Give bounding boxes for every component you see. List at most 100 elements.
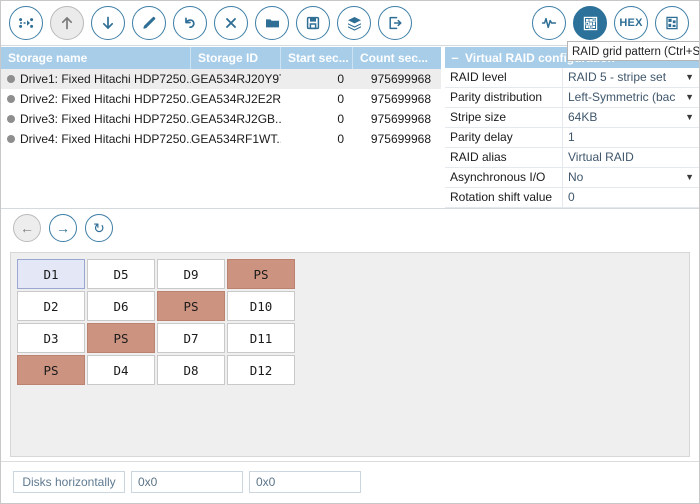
grid-cell-data[interactable]: D4 [87, 355, 155, 385]
grid-cell-data[interactable]: D10 [227, 291, 295, 321]
raid-field-value-text: No [568, 170, 584, 184]
toolbar-left-group [9, 6, 412, 40]
disk-layout-mode-field[interactable]: Disks horizontally [13, 471, 125, 493]
cell-start-sector: 0 [337, 112, 344, 126]
grid-refresh-button[interactable]: ↻ [85, 214, 113, 242]
block-map-icon[interactable] [655, 6, 689, 40]
chevron-down-icon[interactable]: ▼ [685, 88, 694, 107]
raid-field-value[interactable]: RAID 5 - stripe set ▼ [563, 68, 699, 87]
hex-label: HEX [619, 17, 643, 29]
collapse-icon[interactable]: – [445, 47, 465, 69]
raid-block-grid: D1 D5 D9 PS D2 D6 PS D10 D3 PS D7 D11 PS D4 D8 D12 [17, 259, 295, 385]
grid-prev-button-glyph: ← [20, 220, 34, 236]
cell-count-sectors: 975699968 [370, 72, 431, 86]
cell-storage-name: Drive4: Fixed Hitachi HDP7250... [1, 129, 191, 149]
raid-field-value[interactable]: 0 [563, 188, 699, 207]
move-up-icon[interactable] [50, 6, 84, 40]
grid-cell-parity[interactable]: PS [227, 259, 295, 289]
raid-config-row: RAID level RAID 5 - stripe set ▼ [445, 68, 699, 88]
edit-icon[interactable] [132, 6, 166, 40]
raid-field-label: Parity delay [445, 128, 563, 147]
raid-field-value-text: Left-Symmetric (bac [568, 90, 676, 104]
column-header-count-sectors[interactable]: Count sec... [353, 47, 439, 69]
raid-field-value[interactable]: Left-Symmetric (bac ▼ [563, 88, 699, 107]
chevron-down-icon[interactable]: ▼ [685, 108, 694, 127]
table-row[interactable]: Drive3: Fixed Hitachi HDP7250... GEA534RJ… [1, 109, 441, 129]
grid-cell-data[interactable]: D9 [157, 259, 225, 289]
grid-canvas[interactable]: D1 D5 D9 PS D2 D6 PS D10 D3 PS D7 D11 PS D4 D8 D12 [10, 252, 690, 457]
grid-cell-data[interactable]: D12 [227, 355, 295, 385]
column-header-storage-name[interactable]: Storage name [1, 47, 191, 69]
raid-field-value-text: 1 [568, 130, 575, 144]
layers-icon[interactable] [337, 6, 371, 40]
grid-cell-data[interactable]: D8 [157, 355, 225, 385]
offset-field-a[interactable]: 0x0 [131, 471, 243, 493]
remove-icon[interactable] [214, 6, 248, 40]
toolbar-right-group: HEX [532, 6, 689, 40]
grid-cell-data[interactable]: D6 [87, 291, 155, 321]
grid-cell-parity[interactable]: PS [17, 355, 85, 385]
cell-storage-name: Drive3: Fixed Hitachi HDP7250... [1, 109, 191, 129]
save-icon[interactable] [296, 6, 330, 40]
column-header-start-sector[interactable]: Start sec... [281, 47, 353, 69]
grid-cell-data[interactable]: D2 [17, 291, 85, 321]
raid-config-row: Parity distribution Left-Symmetric (bac ▼ [445, 88, 699, 108]
grid-cell-parity[interactable]: PS [87, 323, 155, 353]
storage-table-pane: Storage name Storage ID Start sec... Cou… [1, 46, 441, 208]
raid-field-value[interactable]: No ▼ [563, 168, 699, 187]
grid-next-button[interactable]: → [49, 214, 77, 242]
storage-table-header: Storage name Storage ID Start sec... Cou… [1, 46, 441, 69]
map-drive-icon[interactable] [9, 6, 43, 40]
grid-cell-data[interactable]: D7 [157, 323, 225, 353]
virtual-raid-config-pane: – Virtual RAID configuration RAID level R… [445, 46, 699, 208]
cell-count-sectors: 975699968 [370, 112, 431, 126]
raid-field-value-text: Virtual RAID [568, 150, 634, 164]
grid-refresh-button-glyph: ↻ [93, 220, 105, 236]
hex-icon[interactable]: HEX [614, 6, 648, 40]
table-row[interactable]: Drive2: Fixed Hitachi HDP7250... GEA534RJ… [1, 89, 441, 109]
grid-cell-data[interactable]: D5 [87, 259, 155, 289]
raid-config-row: RAID alias Virtual RAID [445, 148, 699, 168]
disk-icon [7, 75, 15, 83]
cell-count-sectors: 975699968 [370, 92, 431, 106]
raid-field-label: Asynchronous I/O [445, 168, 563, 187]
raid-field-value[interactable]: Virtual RAID [563, 148, 699, 167]
disk-icon [7, 115, 15, 123]
raid-grid-pattern-icon[interactable] [573, 6, 607, 40]
cell-start-sector: 0 [337, 92, 344, 106]
raid-field-value[interactable]: 64KB ▼ [563, 108, 699, 127]
grid-cell-parity[interactable]: PS [157, 291, 225, 321]
status-bar: Disks horizontally 0x0 0x0 [1, 461, 699, 503]
raid-config-rows: RAID level RAID 5 - stripe set ▼ Parity di… [445, 68, 699, 208]
raid-config-row: Rotation shift value 0 [445, 188, 699, 208]
raid-field-label: RAID alias [445, 148, 563, 167]
export-icon[interactable] [378, 6, 412, 40]
grid-prev-button[interactable]: ← [13, 214, 41, 242]
table-row[interactable]: Drive4: Fixed Hitachi HDP7250... GEA534RF… [1, 129, 441, 149]
open-folder-icon[interactable] [255, 6, 289, 40]
cell-count-sectors: 975699968 [370, 132, 431, 146]
raid-field-label: RAID level [445, 68, 563, 87]
offset-field-b[interactable]: 0x0 [249, 471, 361, 493]
raid-field-label: Rotation shift value [445, 188, 563, 207]
chevron-down-icon[interactable]: ▼ [685, 68, 694, 87]
grid-navigation-bar: ← → ↻ [13, 214, 113, 242]
column-header-storage-id[interactable]: Storage ID [191, 47, 281, 69]
cell-storage-name: Drive1: Fixed Hitachi HDP7250... [1, 69, 191, 89]
chevron-down-icon[interactable]: ▼ [685, 168, 694, 187]
grid-cell-data[interactable]: D3 [17, 323, 85, 353]
table-row[interactable]: Drive1: Fixed Hitachi HDP7250... GEA534RJ… [1, 69, 441, 89]
raid-field-value-text: 0 [568, 190, 575, 204]
cell-start-sector: 0 [337, 132, 344, 146]
toolbar-tooltip: RAID grid pattern (Ctrl+Shi [567, 41, 699, 61]
grid-cell-data[interactable]: D11 [227, 323, 295, 353]
raid-field-value[interactable]: 1 [563, 128, 699, 147]
entropy-icon[interactable] [532, 6, 566, 40]
move-down-icon[interactable] [91, 6, 125, 40]
undo-icon[interactable] [173, 6, 207, 40]
storage-name-label: Drive4: Fixed Hitachi HDP7250... [20, 132, 191, 146]
storage-name-label: Drive1: Fixed Hitachi HDP7250... [20, 72, 191, 86]
grid-cell-data[interactable]: D1 [17, 259, 85, 289]
top-panes: Storage name Storage ID Start sec... Cou… [1, 46, 699, 208]
disk-icon [7, 95, 15, 103]
